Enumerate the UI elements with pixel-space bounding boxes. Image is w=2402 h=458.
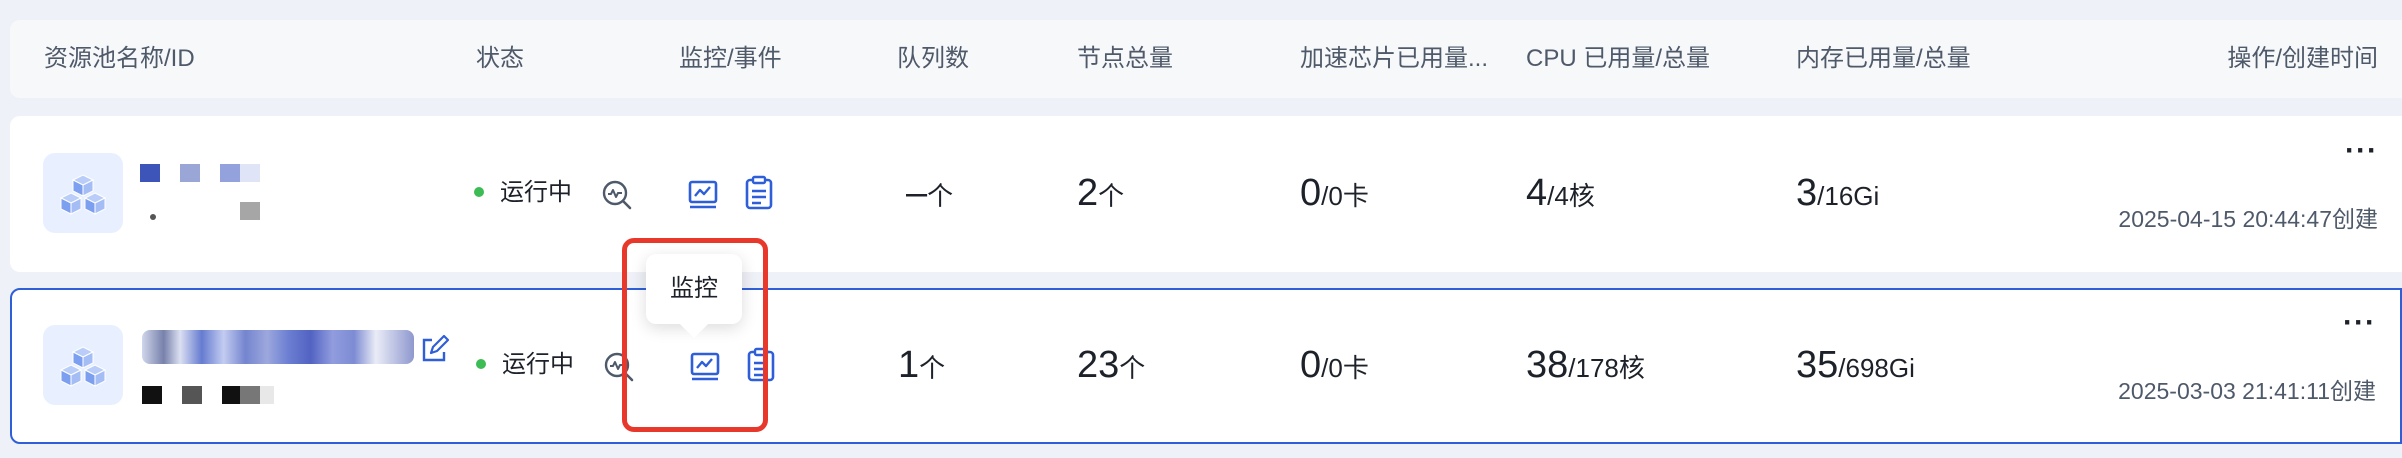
created-time: 2025-03-03 21:41:11创建 bbox=[2118, 378, 2376, 404]
column-header-memory: 内存已用量/总量 bbox=[1796, 45, 1971, 72]
redacted-name bbox=[220, 164, 240, 182]
column-header-accelerator: 加速芯片已用量... bbox=[1300, 45, 1489, 72]
column-header-status: 状态 bbox=[476, 45, 524, 72]
status-running: 运行中 bbox=[476, 348, 574, 382]
more-actions-button[interactable]: ··· bbox=[2345, 134, 2378, 168]
redacted-id bbox=[142, 386, 162, 404]
clipboard-event-icon[interactable] bbox=[741, 174, 777, 212]
more-actions-button[interactable]: ··· bbox=[2343, 306, 2376, 340]
redacted-name bbox=[240, 164, 260, 182]
table-row[interactable]: 运行中 –个 2个 0/0卡 4/4核 3/16Gi ··· 2025-04-1… bbox=[10, 116, 2402, 272]
table-row[interactable]: 运行中 1个 23个 0/0卡 38/178核 35/698Gi ··· 202… bbox=[10, 288, 2402, 444]
redacted-id bbox=[182, 386, 202, 404]
node-total: 23个 bbox=[1077, 344, 1146, 386]
column-header-name: 资源池名称/ID bbox=[44, 45, 195, 72]
accelerator-usage: 0/0卡 bbox=[1300, 344, 1369, 386]
column-header-cpu: CPU 已用量/总量 bbox=[1526, 45, 1711, 72]
cubes-icon bbox=[43, 325, 123, 405]
redacted-name bbox=[140, 164, 160, 182]
column-header-monitor-event: 监控/事件 bbox=[679, 45, 782, 72]
column-header-action-created: 操作/创建时间 bbox=[2227, 45, 2378, 72]
redacted-name bbox=[142, 330, 414, 364]
redacted-id bbox=[260, 386, 274, 404]
queue-count: 1个 bbox=[898, 344, 946, 386]
created-time: 2025-04-15 20:44:47创建 bbox=[2118, 206, 2378, 232]
monitor-chart-icon[interactable] bbox=[685, 176, 721, 212]
redacted-id bbox=[240, 386, 260, 404]
cpu-usage: 4/4核 bbox=[1526, 172, 1595, 214]
node-total: 2个 bbox=[1077, 172, 1125, 214]
memory-usage: 35/698Gi bbox=[1796, 344, 1915, 386]
redacted-id bbox=[222, 386, 242, 404]
redacted-id bbox=[150, 214, 156, 220]
edit-icon[interactable] bbox=[418, 334, 450, 366]
cpu-usage: 38/178核 bbox=[1526, 344, 1645, 386]
cubes-icon bbox=[43, 153, 123, 233]
diagnose-search-icon[interactable] bbox=[600, 178, 634, 212]
redacted-name bbox=[180, 164, 200, 182]
status-dot bbox=[474, 186, 484, 197]
highlight-box bbox=[622, 238, 768, 432]
status-running: 运行中 bbox=[474, 176, 572, 210]
memory-usage: 3/16Gi bbox=[1796, 172, 1880, 214]
column-header-queues: 队列数 bbox=[897, 45, 969, 72]
accelerator-usage: 0/0卡 bbox=[1300, 172, 1369, 214]
column-header-nodes: 节点总量 bbox=[1077, 45, 1173, 72]
status-dot bbox=[476, 358, 486, 369]
redacted-id bbox=[240, 202, 260, 220]
queue-count: –个 bbox=[906, 172, 954, 214]
table-header: 资源池名称/ID 状态 监控/事件 队列数 节点总量 加速芯片已用量... CP… bbox=[10, 20, 2402, 98]
